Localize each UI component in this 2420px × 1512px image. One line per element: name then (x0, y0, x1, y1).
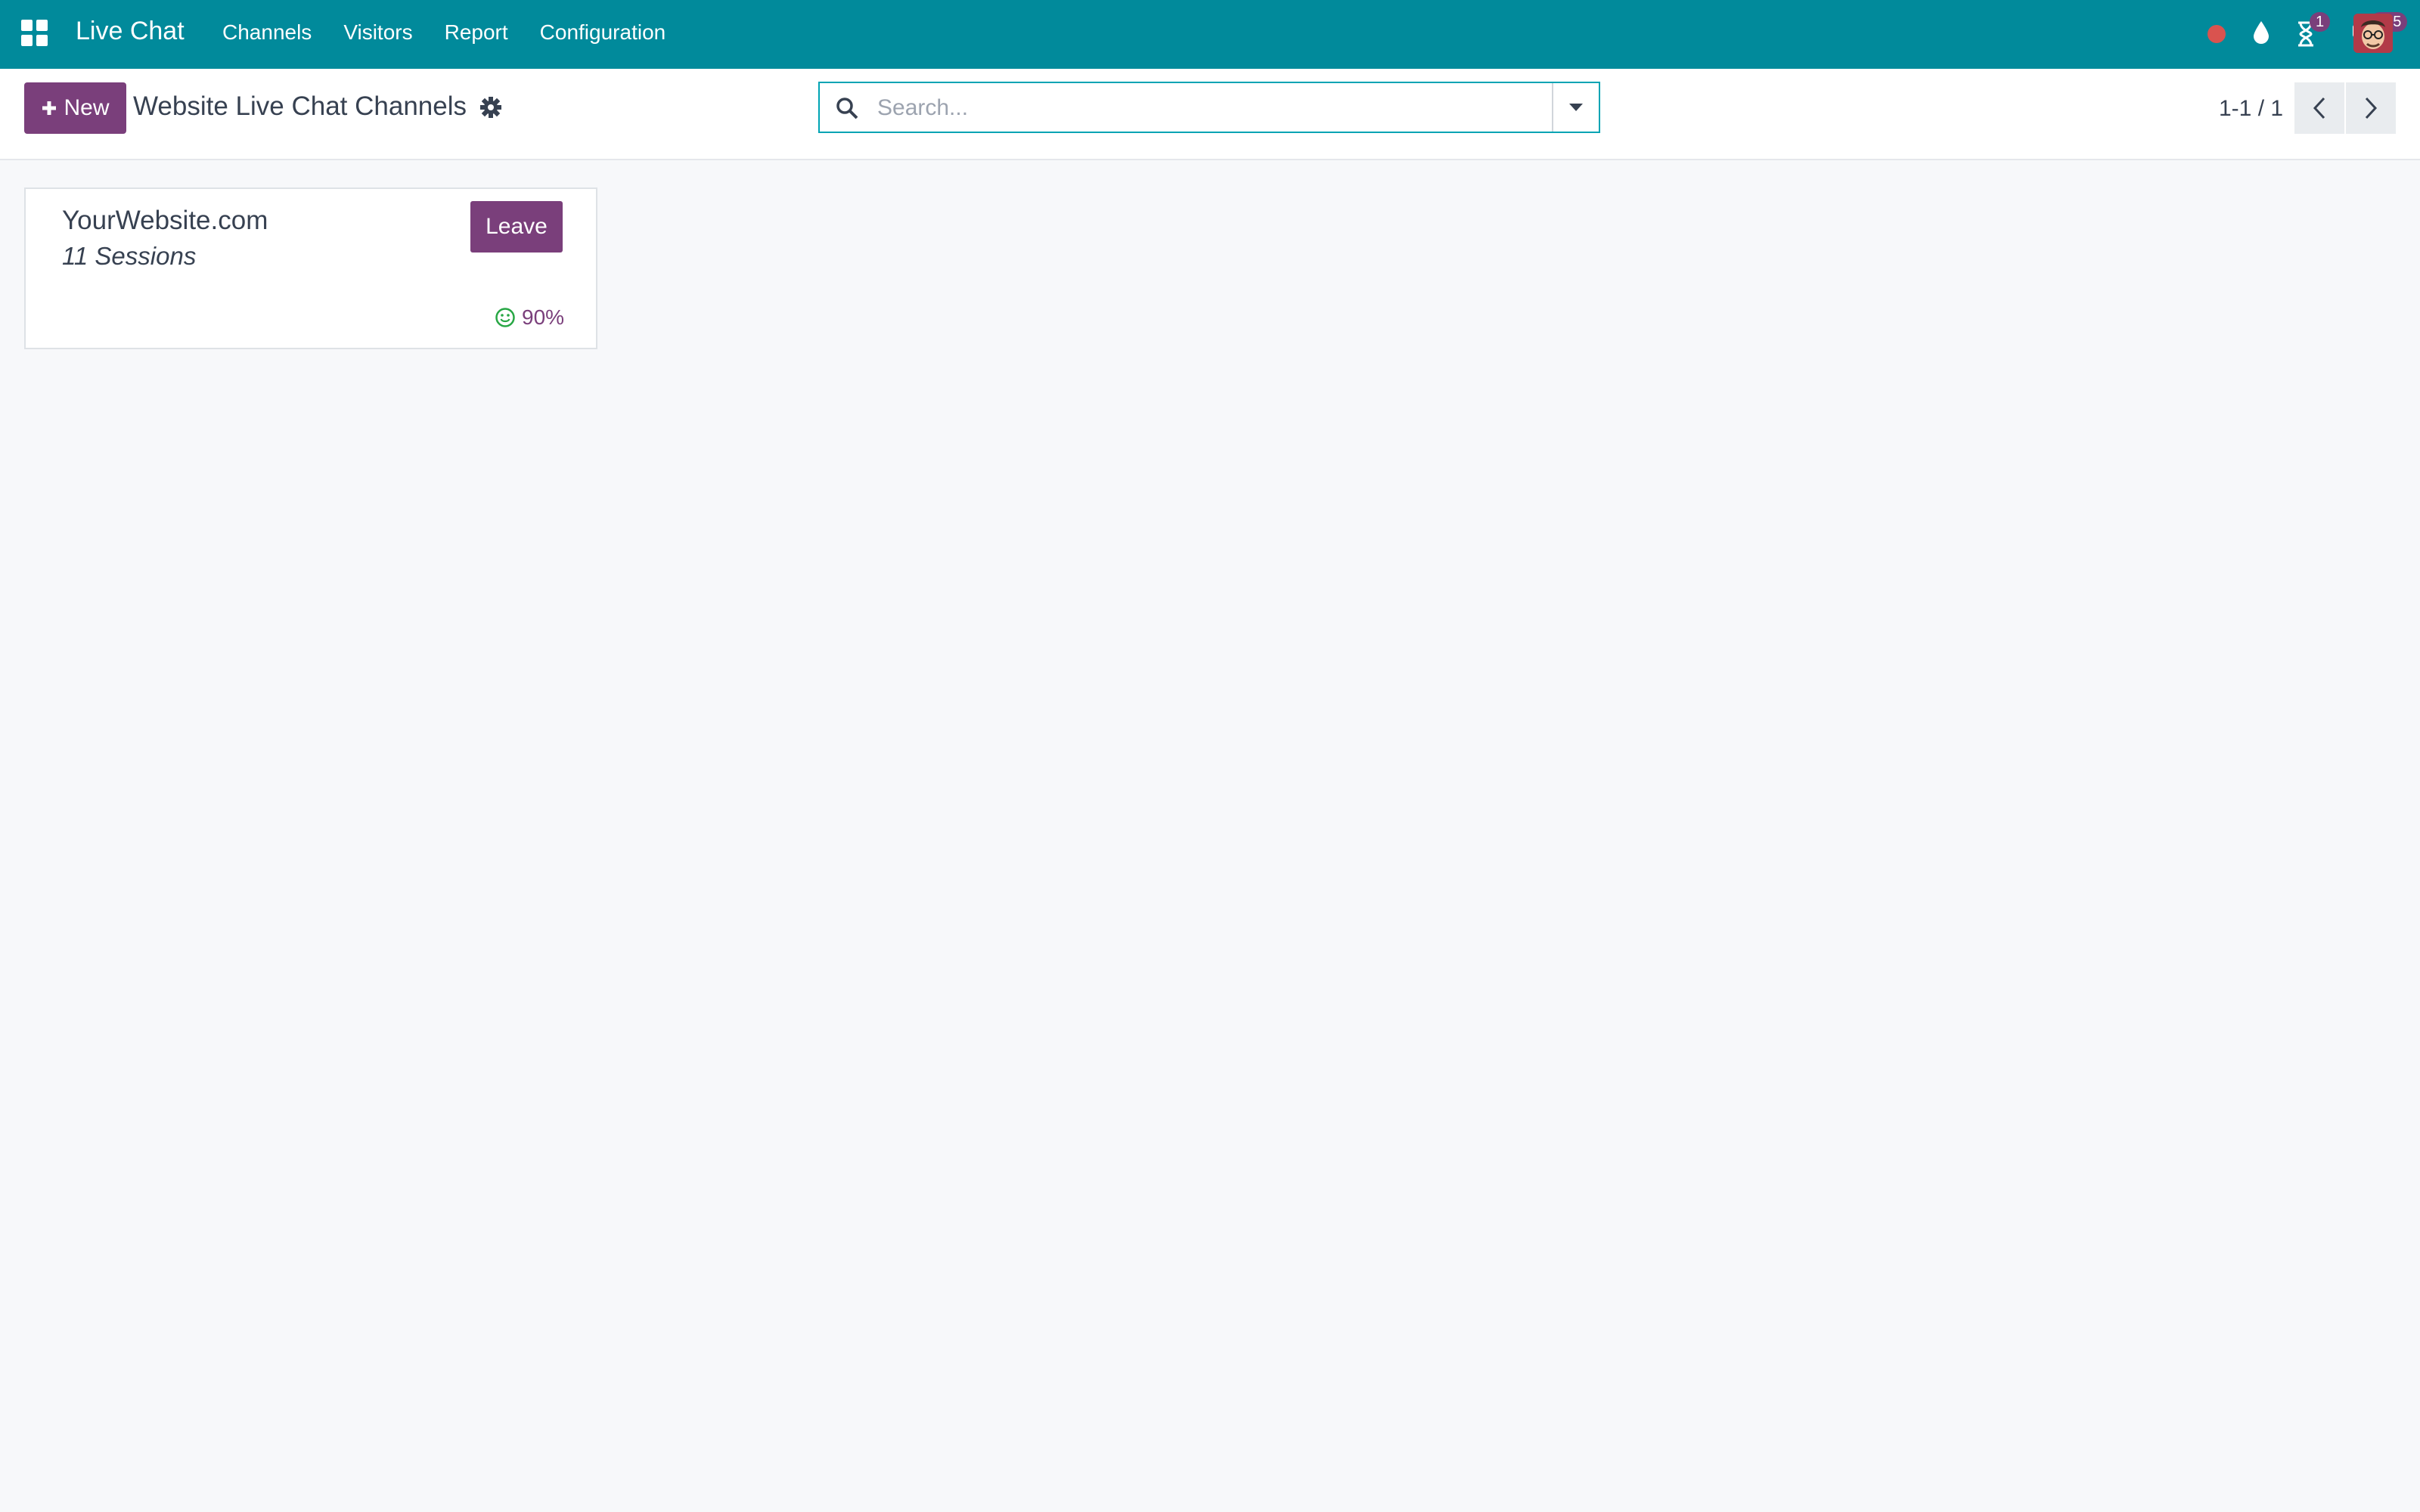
apps-grid-icon[interactable] (21, 20, 48, 47)
new-button[interactable]: New (24, 82, 126, 134)
menu-item-report[interactable]: Report (445, 20, 508, 45)
presence-status-icon[interactable] (2207, 24, 2226, 44)
search-options-toggle[interactable] (1552, 83, 1599, 132)
pager-next-button[interactable] (2346, 82, 2396, 134)
plus-icon (42, 101, 57, 115)
caret-down-icon (1569, 104, 1583, 111)
rating-percent: 90% (522, 305, 565, 329)
gear-icon[interactable] (479, 96, 502, 119)
activity-badge: 1 (2310, 12, 2331, 32)
menu-item-visitors[interactable]: Visitors (343, 20, 412, 45)
control-panel: New Website Live Chat Channels 1-1 / 1 (0, 69, 2420, 160)
channel-sessions: 11 Sessions (62, 242, 197, 270)
search-input[interactable] (876, 89, 1575, 127)
main-menu: Channels Visitors Report Configuration (222, 20, 697, 45)
search-bar (818, 82, 1600, 133)
leave-button[interactable]: Leave (470, 201, 563, 253)
channel-name: YourWebsite.com (62, 206, 268, 235)
chevron-left-icon (2313, 97, 2325, 119)
smiley-icon (495, 308, 515, 327)
top-navbar: Live Chat Channels Visitors Report Confi… (0, 0, 2420, 69)
channel-card[interactable]: YourWebsite.com 11 Sessions Leave 90% (24, 187, 597, 349)
channel-rating: 90% (495, 305, 564, 330)
menu-item-channels[interactable]: Channels (222, 20, 312, 45)
color-drop-icon[interactable] (2251, 20, 2272, 45)
pager-value[interactable]: 1-1 / 1 (2219, 96, 2283, 122)
new-button-label: New (64, 95, 110, 120)
user-avatar[interactable] (2353, 14, 2393, 53)
search-icon (836, 98, 858, 119)
chevron-right-icon (2365, 97, 2378, 119)
user-face-icon (2353, 14, 2393, 53)
menu-item-configuration[interactable]: Configuration (540, 20, 666, 45)
app-title[interactable]: Live Chat (76, 17, 185, 46)
page-title: Website Live Chat Channels (133, 91, 467, 121)
pager-previous-button[interactable] (2294, 82, 2344, 134)
